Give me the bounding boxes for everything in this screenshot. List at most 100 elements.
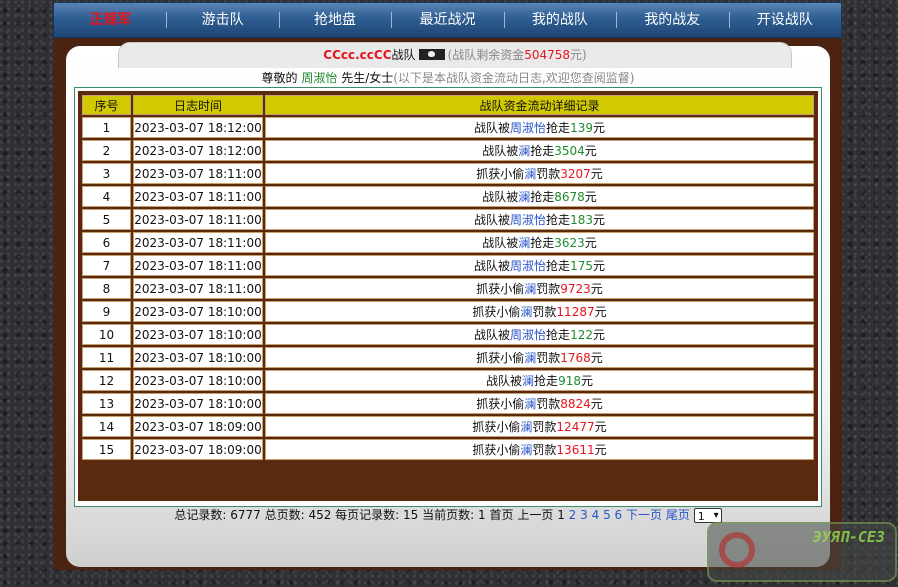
nav-item-4[interactable]: 我的战队: [503, 3, 616, 37]
page-select[interactable]: 1: [693, 508, 722, 523]
row-number: 1: [82, 117, 131, 138]
per-page: 15: [403, 508, 419, 522]
total-pages: 452: [308, 508, 332, 522]
row-number: 15: [82, 439, 131, 460]
greeting-prefix: 尊敬的: [261, 71, 298, 85]
detail-verb: 罚款: [532, 443, 557, 457]
pirate-flag-icon: [418, 49, 445, 60]
table-row: 7 2023-03-07 18:11:00 战队被周淑怡抢走175元: [82, 255, 814, 276]
detail-unit: 元: [584, 236, 597, 250]
detail-amount: 3207: [560, 167, 591, 181]
detail-verb: 抢走: [546, 328, 571, 342]
detail-player[interactable]: 澜: [518, 144, 530, 158]
row-time: 2023-03-07 18:11:00: [133, 209, 263, 230]
row-number: 10: [82, 324, 131, 345]
last-page-link[interactable]: 尾页: [666, 508, 690, 522]
detail-player[interactable]: 澜: [518, 236, 530, 250]
detail-amount: 11287: [556, 305, 595, 319]
detail-unit: 元: [594, 305, 607, 319]
detail-verb: 罚款: [536, 397, 561, 411]
nav-item-5[interactable]: 我的战友: [616, 3, 728, 37]
table-row: 2 2023-03-07 18:12:00 战队被澜抢走3504元: [82, 140, 814, 161]
greeting-user[interactable]: 周淑怡: [301, 71, 337, 85]
detail-action: 抓获小偷: [476, 397, 525, 411]
row-time: 2023-03-07 18:11:00: [133, 278, 263, 299]
detail-action: 战队被: [474, 328, 511, 342]
detail-amount: 122: [570, 328, 593, 342]
total-records-label: 总记录数:: [174, 508, 227, 522]
team-header: CCcc.ccCC战队 (战队剩余资金504758元): [118, 42, 792, 68]
current-page-label: 当前页数:: [422, 508, 475, 522]
page-link[interactable]: 6: [615, 508, 623, 522]
detail-action: 战队被: [482, 236, 519, 250]
detail-unit: 元: [580, 374, 593, 388]
team-name[interactable]: CCcc.ccCC: [323, 48, 391, 62]
row-time: 2023-03-07 18:12:00: [133, 117, 263, 138]
row-detail: 抓获小偷澜罚款1768元: [265, 347, 814, 368]
detail-amount: 8678: [554, 190, 585, 204]
row-time: 2023-03-07 18:11:00: [133, 186, 263, 207]
detail-action: 战队被: [474, 213, 511, 227]
page-link[interactable]: 3: [580, 508, 588, 522]
table-row: 6 2023-03-07 18:11:00 战队被澜抢走3623元: [82, 232, 814, 253]
detail-amount: 918: [558, 374, 581, 388]
detail-player[interactable]: 周淑怡: [510, 259, 546, 273]
detail-unit: 元: [594, 420, 607, 434]
detail-action: 战队被: [474, 121, 511, 135]
top-nav: 正规军 游击队 抢地盘 最近战况 我的战队 我的战友 开设战队: [53, 2, 842, 38]
col-header-detail: 战队资金流动详细记录: [265, 95, 814, 115]
detail-amount: 3623: [554, 236, 585, 250]
nav-item-3[interactable]: 最近战况: [391, 3, 503, 37]
detail-player[interactable]: 澜: [524, 397, 536, 411]
detail-verb: 抢走: [530, 236, 555, 250]
funds-suffix: 元): [570, 48, 587, 62]
next-page-link[interactable]: 下一页: [626, 508, 662, 522]
page-link[interactable]: 4: [592, 508, 600, 522]
detail-verb: 罚款: [536, 351, 561, 365]
table-row: 11 2023-03-07 18:10:00 抓获小偷澜罚款1768元: [82, 347, 814, 368]
row-time: 2023-03-07 18:09:00: [133, 416, 263, 437]
total-records: 6777: [230, 508, 261, 522]
row-time: 2023-03-07 18:10:00: [133, 347, 263, 368]
detail-unit: 元: [592, 213, 605, 227]
page-link[interactable]: 5: [603, 508, 611, 522]
row-number: 12: [82, 370, 131, 391]
detail-player[interactable]: 周淑怡: [510, 213, 546, 227]
detail-amount: 183: [570, 213, 593, 227]
detail-player[interactable]: 澜: [520, 305, 532, 319]
detail-action: 抓获小偷: [472, 420, 521, 434]
table-row: 14 2023-03-07 18:09:00 抓获小偷澜罚款12477元: [82, 416, 814, 437]
page-select-value: 1: [697, 510, 705, 523]
row-number: 11: [82, 347, 131, 368]
detail-player[interactable]: 澜: [520, 420, 532, 434]
row-detail: 战队被澜抢走918元: [265, 370, 814, 391]
detail-player[interactable]: 澜: [522, 374, 534, 388]
row-detail: 抓获小偷澜罚款13611元: [265, 439, 814, 460]
page-link[interactable]: 2: [569, 508, 577, 522]
detail-player[interactable]: 澜: [520, 443, 532, 457]
site-watermark: ЭУЯП-СЕЗ: [707, 522, 897, 582]
row-detail: 抓获小偷澜罚款8824元: [265, 393, 814, 414]
nav-item-1[interactable]: 游击队: [166, 3, 278, 37]
detail-player[interactable]: 澜: [518, 190, 530, 204]
detail-player[interactable]: 周淑怡: [510, 121, 546, 135]
table-header-row: 序号 日志时间 战队资金流动详细记录: [82, 95, 814, 115]
nav-item-6[interactable]: 开设战队: [728, 3, 841, 37]
greeting-note: (以下是本战队资金流动日志,欢迎您查阅监督): [393, 71, 635, 85]
row-time: 2023-03-07 18:10:00: [133, 301, 263, 322]
detail-verb: 抢走: [530, 144, 555, 158]
detail-player[interactable]: 澜: [524, 282, 536, 296]
watermark-logo-icon: [719, 532, 755, 568]
detail-player[interactable]: 澜: [524, 167, 536, 181]
row-detail: 战队被澜抢走3623元: [265, 232, 814, 253]
detail-player[interactable]: 周淑怡: [510, 328, 546, 342]
detail-player[interactable]: 澜: [524, 351, 536, 365]
detail-unit: 元: [584, 190, 597, 204]
table-row: 10 2023-03-07 18:10:00 战队被周淑怡抢走122元: [82, 324, 814, 345]
detail-amount: 175: [570, 259, 593, 273]
detail-unit: 元: [590, 167, 603, 181]
detail-amount: 12477: [556, 420, 595, 434]
row-detail: 抓获小偷澜罚款12477元: [265, 416, 814, 437]
nav-item-2[interactable]: 抢地盘: [278, 3, 391, 37]
nav-item-0[interactable]: 正规军: [54, 3, 166, 37]
